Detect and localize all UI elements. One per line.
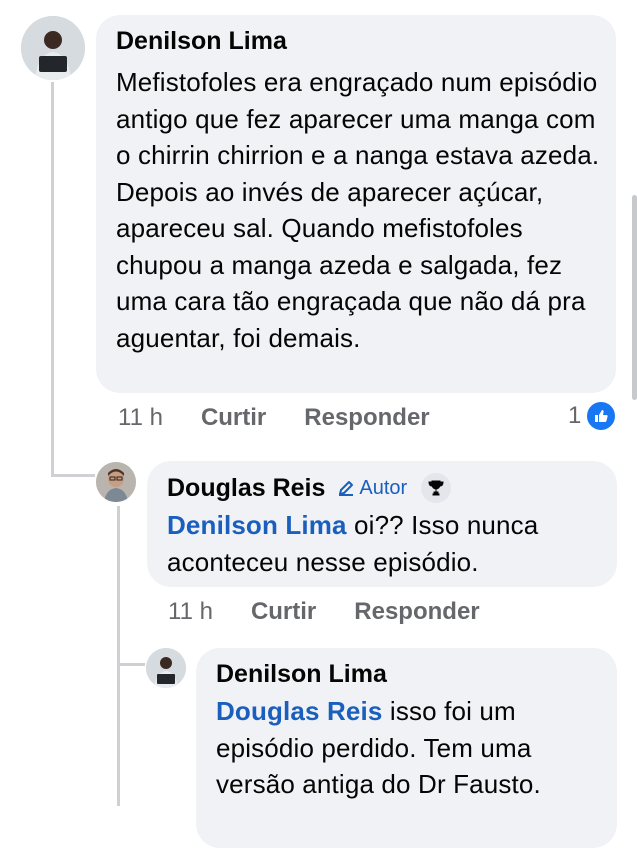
author-badge-label: Autor — [359, 476, 408, 499]
reply-button[interactable]: Responder — [304, 404, 429, 432]
comment-actions: 11 h Curtir Responder — [168, 598, 518, 626]
comment-text: Mefistofoles era engraçado num episódio … — [116, 67, 600, 353]
reaction-count[interactable]: 1 — [568, 400, 618, 432]
comment-time[interactable]: 11 h — [118, 404, 163, 432]
comment-text: Denilson Lima oi?? Isso nunca aconteceu … — [167, 507, 607, 580]
thumbs-up-icon — [585, 400, 618, 432]
person-photo-icon — [146, 648, 186, 688]
trophy-icon — [421, 473, 452, 503]
avatar-denilson-lima[interactable] — [146, 648, 186, 688]
like-button[interactable]: Curtir — [201, 404, 266, 432]
avatar-denilson-lima[interactable] — [21, 16, 85, 80]
comment-bubble: Douglas Reis Autor Denilson Lima oi?? Is… — [147, 461, 617, 587]
comment-time[interactable]: 11 h — [168, 598, 213, 626]
reaction-count-number: 1 — [568, 402, 582, 429]
comment-author[interactable]: Denilson Lima — [216, 660, 597, 689]
pencil-icon — [339, 481, 354, 496]
thread-line-reply-continue — [117, 666, 120, 806]
author-badge: Autor — [337, 477, 407, 500]
comment-bubble: Denilson Lima Mefistofoles era engraçado… — [96, 15, 616, 393]
person-photo-icon — [21, 16, 85, 80]
mention-link[interactable]: Denilson Lima — [167, 510, 347, 540]
reply-button[interactable]: Responder — [354, 598, 479, 626]
avatar-douglas-reis[interactable] — [96, 462, 136, 502]
thread-connector-reply — [117, 663, 145, 666]
like-button[interactable]: Curtir — [251, 598, 316, 626]
scrollbar[interactable] — [632, 195, 637, 400]
thread-connector — [51, 474, 95, 477]
comment-actions: 11 h Curtir Responder — [118, 404, 468, 432]
comment-text: Douglas Reis isso foi um episódio perdid… — [216, 693, 606, 803]
mention-link[interactable]: Douglas Reis — [216, 696, 383, 726]
person-photo-icon — [96, 462, 136, 502]
thread-line-reply — [117, 506, 120, 666]
comment-author[interactable]: Douglas Reis — [167, 474, 325, 503]
comment-author[interactable]: Denilson Lima — [116, 27, 596, 56]
thread-line — [51, 82, 54, 477]
comment-bubble: Denilson Lima Douglas Reis isso foi um e… — [196, 648, 617, 848]
